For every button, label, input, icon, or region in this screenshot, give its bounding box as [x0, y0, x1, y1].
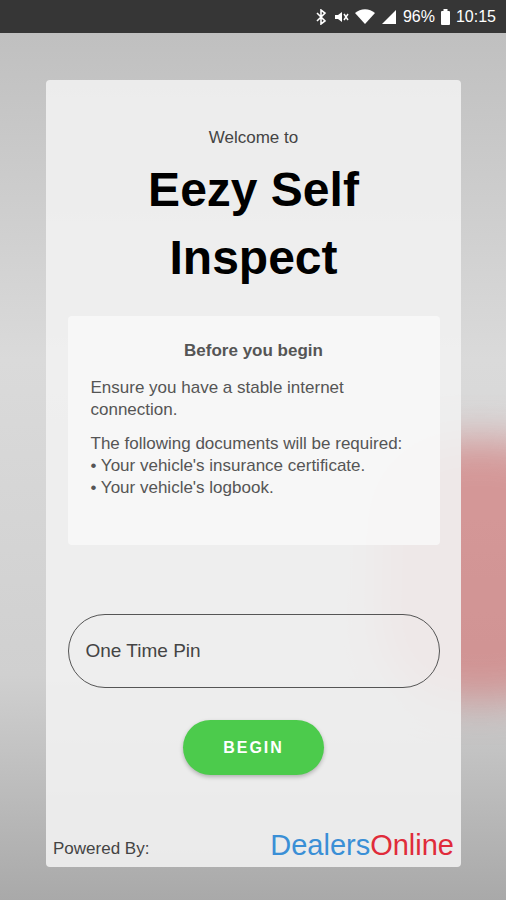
powered-by-label: Powered By:	[53, 837, 149, 861]
brand-part: Online	[370, 829, 454, 861]
notice-list-item: • Your vehicle's insurance certificate.	[91, 455, 417, 477]
title-line: Inspect	[169, 224, 337, 292]
footer: Powered By: DealersOnline	[46, 827, 461, 867]
status-bar: 96% 10:15	[0, 0, 506, 33]
notice-list-item: • Your vehicle's logbook.	[91, 477, 417, 499]
notice-paragraph: Ensure you have a stable internet connec…	[91, 377, 417, 421]
mute-icon	[333, 9, 349, 25]
signal-icon	[381, 9, 397, 25]
notice-heading: Before you begin	[91, 339, 417, 363]
bluetooth-icon	[315, 9, 327, 25]
welcome-card: Welcome to Eezy SelfInspect Before you b…	[46, 80, 461, 867]
title-line: Eezy Self	[148, 156, 359, 224]
brand-part: Dealers	[270, 829, 370, 861]
app-title: Eezy SelfInspect	[148, 156, 359, 292]
brand-logo: DealersOnline	[270, 827, 454, 863]
clock: 10:15	[456, 5, 496, 29]
battery-level: 96%	[403, 5, 435, 29]
screen: 96% 10:15 Welcome to Eezy SelfInspect Be…	[0, 0, 506, 900]
battery-icon	[441, 9, 450, 25]
wifi-icon	[355, 9, 375, 25]
begin-button[interactable]: BEGIN	[183, 720, 324, 775]
notice-paragraph: The following documents will be required…	[91, 433, 417, 455]
welcome-text: Welcome to	[209, 126, 298, 150]
notice-box: Before you begin Ensure you have a stabl…	[68, 316, 440, 545]
otp-input[interactable]	[68, 614, 440, 688]
